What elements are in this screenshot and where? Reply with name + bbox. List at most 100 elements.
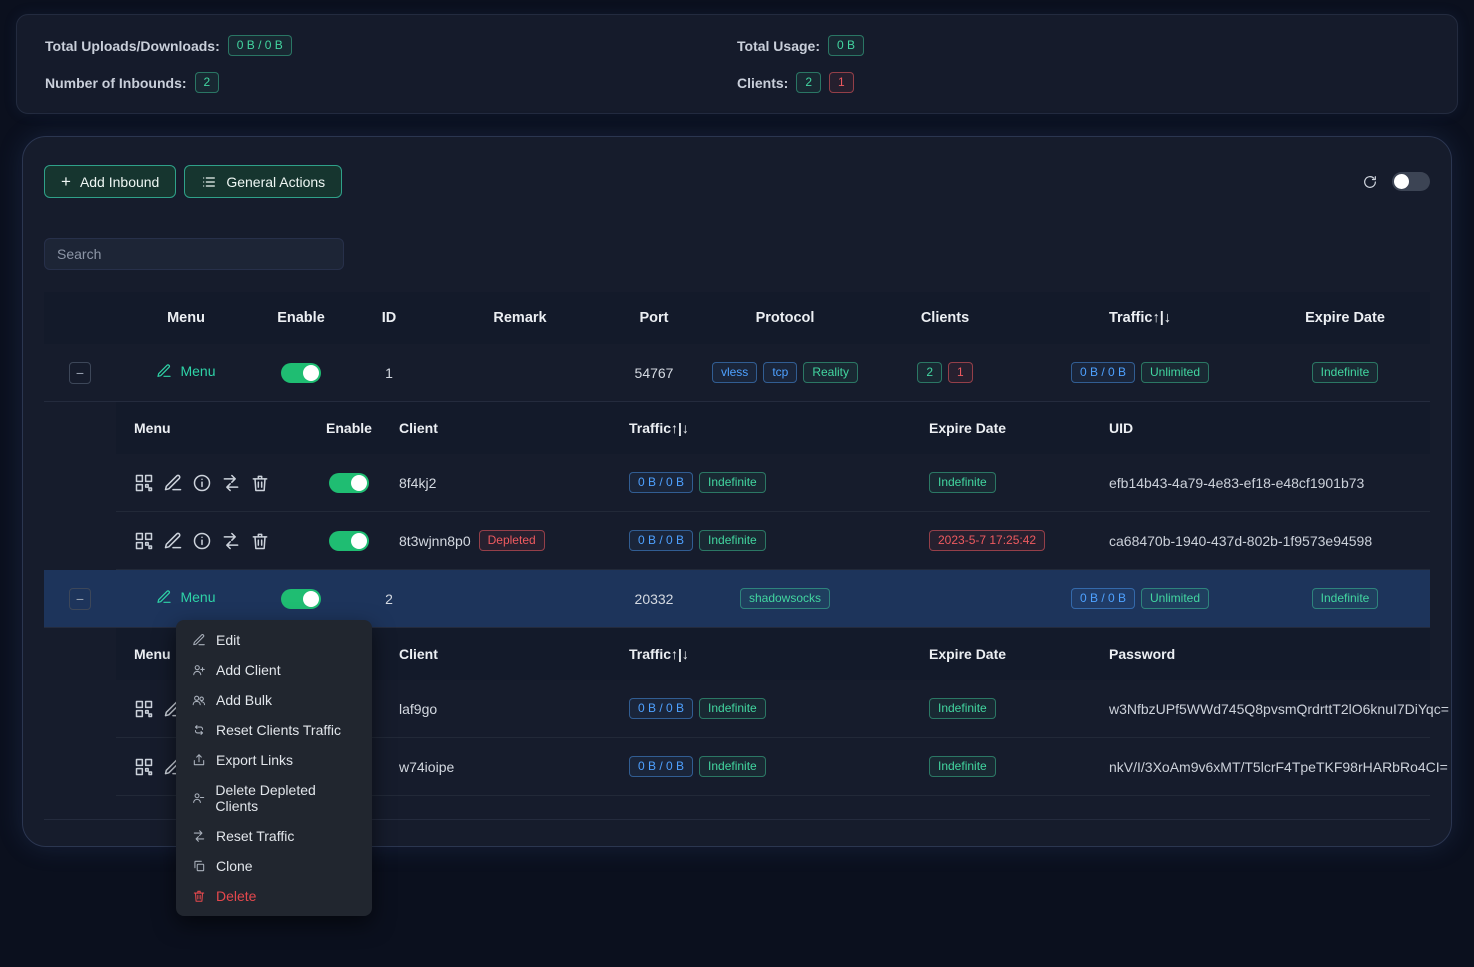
expire-badge: Indefinite [929, 698, 996, 719]
header-clients: Clients [870, 310, 1020, 326]
table-header-row: Menu Enable ID Remark Port Protocol Clie… [44, 292, 1430, 344]
dark-mode-toggle[interactable] [1392, 172, 1430, 191]
stat-value-badge: 0 B [828, 35, 864, 56]
client-enable-switch[interactable] [329, 473, 369, 493]
refresh-icon[interactable] [1362, 174, 1378, 190]
reset-client-traffic-icon[interactable] [221, 473, 241, 493]
list-icon [201, 174, 217, 190]
client-actions [134, 473, 299, 493]
header-enable: Enable [299, 420, 399, 436]
edit-icon [192, 633, 206, 647]
expire-badge: 2023-5-7 17:25:42 [929, 530, 1045, 551]
inbound-1-enable-switch[interactable] [281, 363, 321, 383]
delete-icon [192, 889, 206, 903]
client-name: w74ioipe [399, 759, 454, 775]
inbound-1-menu-button[interactable]: Menu [156, 363, 215, 379]
menu-item-add-bulk[interactable]: Add Bulk [176, 685, 372, 715]
header-protocol: Protocol [700, 310, 870, 326]
header-client: Client [399, 646, 629, 662]
stat-value-badge: 0 B / 0 B [228, 35, 292, 56]
qr-code-icon[interactable] [134, 699, 154, 719]
client-info-icon[interactable] [192, 531, 212, 551]
edit-icon [156, 363, 172, 379]
header-port: Port [608, 310, 700, 326]
qr-code-icon[interactable] [134, 473, 154, 493]
traffic-badge: 0 B / 0 B [629, 756, 693, 777]
traffic-badge: 0 B / 0 B [629, 530, 693, 551]
edit-client-icon[interactable] [163, 531, 183, 551]
header-traffic-sort[interactable]: Traffic↑|↓ [629, 420, 929, 436]
stat-label: Number of Inbounds: [45, 75, 187, 91]
header-password: Password [1109, 646, 1430, 662]
stats-card: Total Uploads/Downloads: 0 B / 0 B Total… [16, 14, 1458, 114]
menu-item-export-links[interactable]: Export Links [176, 745, 372, 775]
client-uid: ca68470b-1940-437d-802b-1f9573e94598 [1109, 533, 1430, 549]
menu-item-clone[interactable]: Clone [176, 851, 372, 881]
stat-label: Total Usage: [737, 38, 820, 54]
traffic-badge: 0 B / 0 B [629, 698, 693, 719]
stat-value-badge: 2 [195, 72, 220, 93]
client-actions [134, 531, 299, 551]
traffic-total-badge: Indefinite [699, 472, 766, 493]
add-bulk-icon [192, 693, 206, 707]
stat-number-of-inbounds: Number of Inbounds: 2 [45, 72, 737, 93]
clone-icon [192, 859, 206, 873]
reset-client-traffic-icon[interactable] [221, 531, 241, 551]
traffic-total-badge: Indefinite [699, 530, 766, 551]
inbound-2-menu-button[interactable]: Menu [156, 589, 215, 605]
stat-label: Clients: [737, 75, 788, 91]
traffic-total-badge: Unlimited [1141, 362, 1209, 383]
inbound-2-enable-switch[interactable] [281, 589, 321, 609]
stat-total-usage: Total Usage: 0 B [737, 35, 1429, 56]
client-row-8f4kj2: 8f4kj2 0 B / 0 B Indefinite Indefinite e… [116, 454, 1430, 512]
client-name: 8t3wjnn8p0 [399, 533, 471, 549]
inbound-context-menu: Edit Add Client Add Bulk Reset Clients T… [176, 620, 372, 916]
inbound-2-id: 2 [346, 591, 432, 607]
menu-item-reset-traffic[interactable]: Reset Traffic [176, 821, 372, 851]
reset-traffic-icon [192, 829, 206, 843]
stat-label: Total Uploads/Downloads: [45, 38, 220, 54]
clients-depleted-badge: 1 [948, 362, 973, 383]
stat-clients: Clients: 2 1 [737, 72, 1429, 93]
delete-client-icon[interactable] [250, 531, 270, 551]
general-actions-button[interactable]: General Actions [184, 165, 342, 198]
clients-header-row: Menu Enable Client Traffic↑|↓ Expire Dat… [116, 402, 1430, 454]
menu-item-delete[interactable]: Delete [176, 881, 372, 911]
traffic-badge: 0 B / 0 B [629, 472, 693, 493]
menu-item-delete-depleted-clients[interactable]: Delete Depleted Clients [176, 775, 372, 821]
qr-code-icon[interactable] [134, 757, 154, 777]
inbound-2-port: 20332 [608, 591, 700, 607]
menu-item-reset-clients-traffic[interactable]: Reset Clients Traffic [176, 715, 372, 745]
inbound-1-id: 1 [346, 365, 432, 381]
header-traffic-sort[interactable]: Traffic↑|↓ [1020, 310, 1260, 326]
client-enable-switch[interactable] [329, 531, 369, 551]
add-inbound-button[interactable]: + Add Inbound [44, 165, 176, 198]
search-input[interactable] [44, 238, 344, 270]
header-traffic-sort[interactable]: Traffic↑|↓ [629, 646, 929, 662]
protocol-tag: tcp [763, 362, 797, 383]
header-client: Client [399, 420, 629, 436]
header-expire-date: Expire Date [929, 420, 1109, 436]
qr-code-icon[interactable] [134, 531, 154, 551]
collapse-inbound-2-button[interactable]: − [69, 588, 91, 610]
toolbar-right [1362, 172, 1430, 191]
menu-item-add-client[interactable]: Add Client [176, 655, 372, 685]
edit-client-icon[interactable] [163, 473, 183, 493]
header-id: ID [346, 310, 432, 326]
toolbar: + Add Inbound General Actions [44, 165, 1430, 198]
export-links-icon [192, 753, 206, 767]
expire-badge: Indefinite [929, 756, 996, 777]
expire-badge: Indefinite [1312, 588, 1379, 609]
delete-client-icon[interactable] [250, 473, 270, 493]
depleted-badge: Depleted [479, 530, 545, 551]
client-info-icon[interactable] [192, 473, 212, 493]
menu-item-edit[interactable]: Edit [176, 625, 372, 655]
header-remark: Remark [432, 310, 608, 326]
header-expire-date: Expire Date [1260, 310, 1430, 326]
collapse-inbound-1-button[interactable]: − [69, 362, 91, 384]
toggle-knob [1394, 174, 1409, 189]
inbound-1-clients-table: Menu Enable Client Traffic↑|↓ Expire Dat… [116, 402, 1430, 570]
reset-clients-traffic-icon [192, 723, 206, 737]
protocol-tag: vless [712, 362, 757, 383]
clients-total-badge: 2 [917, 362, 942, 383]
